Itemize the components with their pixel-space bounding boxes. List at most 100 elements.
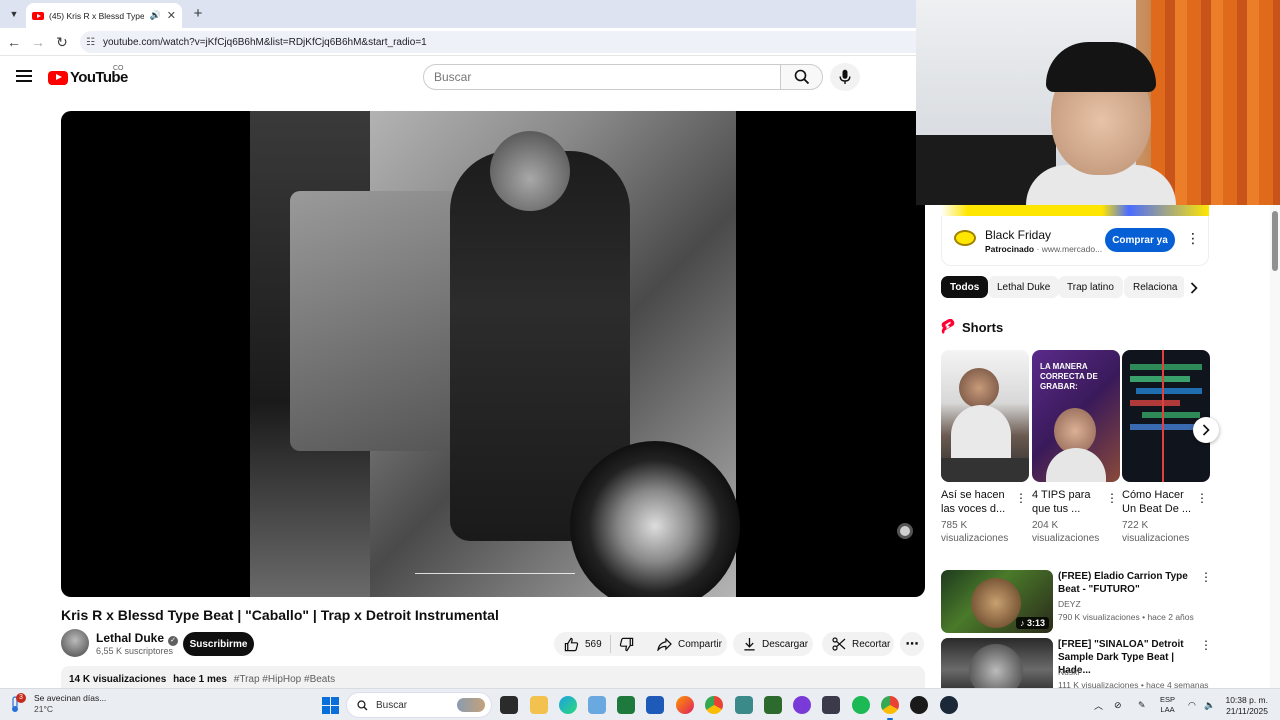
- recommended-title[interactable]: [FREE] "SINALOA" Detroit Sample Dark Typ…: [1058, 638, 1200, 677]
- player-toggle-icon[interactable]: [897, 523, 913, 539]
- search-placeholder: Buscar: [434, 70, 472, 84]
- share-icon: [657, 637, 672, 651]
- channel-name[interactable]: Lethal Duke ✓: [96, 631, 179, 646]
- short-title[interactable]: 4 TIPS para que tus ...: [1032, 488, 1106, 516]
- short-thumbnail[interactable]: LA MANERA CORRECTA DE GRABAR:: [1032, 350, 1120, 482]
- tab-search-menu-icon[interactable]: ▼: [4, 4, 24, 24]
- ad-cta-button[interactable]: Comprar ya: [1105, 228, 1175, 252]
- shorts-next-button[interactable]: [1193, 417, 1219, 443]
- short-thumbnail[interactable]: [1122, 350, 1210, 482]
- webcam-overlay: [916, 0, 1280, 205]
- site-info-icon[interactable]: ☷: [86, 37, 95, 48]
- address-bar-row: ← → ↻ ☷ youtube.com/watch?v=jKfCjq6B6hM&…: [0, 28, 916, 56]
- shorts-heading-text: Shorts: [962, 319, 1004, 335]
- task-view-icon[interactable]: [500, 696, 518, 714]
- taskbar: 3 Se avecinan días... 21°C Buscar ︿ ⊘ ✎ …: [0, 688, 1280, 720]
- clock[interactable]: 10:38 p. m. 21/11/2025: [1224, 695, 1268, 717]
- short-thumbnail[interactable]: [941, 350, 1029, 482]
- chrome-active-icon[interactable]: [881, 696, 899, 720]
- close-tab-icon[interactable]: ✕: [167, 9, 176, 22]
- browser-tab-active[interactable]: (45) Kris R x Blessd Type Be 🔊 ✕: [26, 3, 182, 28]
- short-views: 722 K visualizaciones: [1122, 520, 1190, 544]
- word-icon[interactable]: [646, 696, 664, 714]
- short-item[interactable]: Cómo Hacer Un Beat De ... ⋮ 722 K visual…: [1122, 350, 1210, 544]
- car-door-shape: [290, 191, 460, 451]
- excel-icon[interactable]: [617, 696, 635, 714]
- search-button[interactable]: [780, 64, 823, 90]
- photos-icon[interactable]: [588, 696, 606, 714]
- recommended-more-icon[interactable]: ⋮: [1200, 570, 1212, 584]
- app-icon[interactable]: [735, 696, 753, 714]
- channel-avatar[interactable]: [61, 629, 89, 657]
- voice-search-button[interactable]: [830, 63, 860, 91]
- recommended-thumbnail[interactable]: ♪ 3:13: [941, 570, 1053, 633]
- short-overlay-text: LA MANERA CORRECTA DE GRABAR:: [1040, 362, 1098, 391]
- app-dark-icon[interactable]: [822, 696, 840, 714]
- short-title[interactable]: Así se hacen las voces d...: [941, 488, 1015, 516]
- spotify-icon[interactable]: [852, 696, 870, 714]
- recommended-item[interactable]: ♪ 3:13 (FREE) Eladio Carrion Type Beat -…: [941, 570, 1212, 634]
- weather-widget[interactable]: 3 Se avecinan días... 21°C: [8, 693, 106, 715]
- video-player[interactable]: [61, 111, 925, 597]
- advertiser-logo-icon: [954, 230, 976, 246]
- chip-lethal-duke[interactable]: Lethal Duke: [988, 276, 1060, 298]
- edge-icon[interactable]: [559, 696, 577, 714]
- app-black-icon[interactable]: [910, 696, 928, 714]
- scrollbar-thumb[interactable]: [1272, 211, 1278, 271]
- menu-icon[interactable]: [16, 70, 32, 82]
- taskbar-search[interactable]: Buscar: [346, 692, 492, 718]
- language-indicator[interactable]: ESP LAA: [1160, 695, 1175, 715]
- url-field[interactable]: ☷ youtube.com/watch?v=jKfCjq6B6hM&list=R…: [80, 31, 916, 53]
- forward-button[interactable]: →: [28, 32, 48, 52]
- short-item[interactable]: Así se hacen las voces d... ⋮ 785 K visu…: [941, 350, 1029, 544]
- chrome-icon[interactable]: [705, 696, 723, 714]
- tray-pen-icon[interactable]: ✎: [1138, 689, 1146, 720]
- hashtags[interactable]: #Trap #HipHop #Beats: [234, 674, 335, 685]
- short-more-icon[interactable]: ⋮: [1106, 491, 1118, 505]
- file-explorer-icon[interactable]: [530, 696, 548, 714]
- clock-date: 21/11/2025: [1226, 706, 1268, 716]
- volume-icon[interactable]: 🔈: [1204, 689, 1215, 720]
- chip-todos[interactable]: Todos: [941, 276, 989, 298]
- dislike-button[interactable]: [619, 637, 634, 652]
- search-input[interactable]: Buscar: [423, 64, 781, 90]
- ad-more-icon[interactable]: ⋮: [1186, 230, 1200, 247]
- reload-button[interactable]: ↻: [52, 32, 72, 52]
- ad-banner-image[interactable]: [941, 205, 1209, 216]
- sidebar-scrollbar[interactable]: [1270, 205, 1280, 688]
- chips-next-button[interactable]: [1184, 278, 1204, 298]
- tray-overflow-icon[interactable]: ︿: [1094, 689, 1103, 720]
- more-actions-button[interactable]: ⋯: [900, 632, 924, 656]
- download-button[interactable]: Descargar: [733, 632, 813, 656]
- tray-app-icon[interactable]: ⊘: [1114, 689, 1122, 720]
- recommended-channel[interactable]: DEYZ: [1058, 599, 1081, 609]
- short-title[interactable]: Cómo Hacer Un Beat De ...: [1122, 488, 1196, 516]
- chip-relacionados[interactable]: Relaciona: [1124, 276, 1187, 298]
- steam-icon[interactable]: [940, 696, 958, 714]
- app-purple-icon[interactable]: [793, 696, 811, 714]
- chip-trap-latino[interactable]: Trap latino: [1058, 276, 1123, 298]
- ad-card[interactable]: Black Friday Patrocinado · www.mercado..…: [941, 216, 1209, 266]
- ad-title: Black Friday: [985, 228, 1052, 242]
- windows-start-icon[interactable]: [322, 697, 339, 714]
- recommended-title[interactable]: (FREE) Eladio Carrion Type Beat - "FUTUR…: [1058, 570, 1200, 596]
- chevron-right-icon: [1190, 282, 1198, 294]
- like-button[interactable]: [564, 637, 579, 652]
- ad-subtitle: Patrocinado · www.mercado...: [985, 244, 1103, 254]
- recommended-more-icon[interactable]: ⋮: [1200, 638, 1212, 652]
- short-more-icon[interactable]: ⋮: [1196, 491, 1208, 505]
- short-item[interactable]: LA MANERA CORRECTA DE GRABAR: 4 TIPS par…: [1032, 350, 1120, 544]
- minecraft-icon[interactable]: [764, 696, 782, 714]
- back-button[interactable]: ←: [4, 32, 24, 52]
- share-button[interactable]: Compartir: [647, 632, 727, 656]
- wifi-icon[interactable]: ◠: [1188, 689, 1196, 720]
- recommended-channel[interactable]: Nuski: [1058, 667, 1079, 677]
- new-tab-button[interactable]: +: [188, 4, 208, 24]
- speaker-icon[interactable]: 🔊: [150, 10, 161, 21]
- youtube-logo[interactable]: YouTube CO: [48, 65, 128, 86]
- subscribe-button[interactable]: Suscribirme: [183, 632, 254, 656]
- short-more-icon[interactable]: ⋮: [1015, 491, 1027, 505]
- notification-badge: 3: [16, 693, 26, 703]
- clip-button[interactable]: Recortar: [822, 632, 894, 656]
- firefox-icon[interactable]: [676, 696, 694, 714]
